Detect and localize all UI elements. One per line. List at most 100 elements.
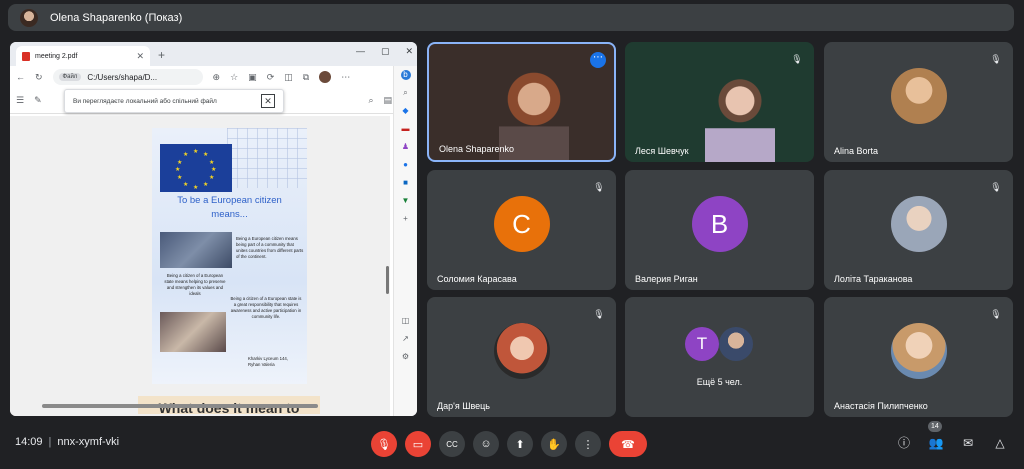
decorative-grid — [227, 128, 307, 188]
pdf-credit: Kharkiv Lyceum 144, Ryhan Valeria — [248, 356, 288, 368]
edge-sidebar: b ⌕ ◆ ▬ ♟ ● ■ ▼ + ◫ ↗ ⚙ — [393, 66, 417, 416]
outlook-icon[interactable]: ■ — [401, 178, 411, 188]
settings-icon[interactable]: ⚙ — [401, 352, 411, 362]
url-field[interactable]: Файл C:/Users/shapa/D... — [52, 69, 203, 85]
clock: 14:09 — [15, 436, 43, 448]
local-file-popup: Ви переглядаєте локальний або спільний ф… — [64, 89, 284, 113]
send-icon[interactable]: ▼ — [401, 196, 411, 206]
mic-off-icon: 🎙 — [791, 54, 803, 64]
captions-button[interactable]: CC — [439, 431, 465, 457]
more-options-button[interactable]: ⋮ — [575, 431, 601, 457]
participant-avatar: T — [685, 327, 719, 361]
search-icon[interactable]: ⌕ — [368, 95, 373, 106]
participant-avatar — [890, 323, 947, 379]
presenter-name: Olena Shaparenko (Показ) — [50, 11, 183, 24]
mic-off-icon: 🎙 — [593, 309, 605, 319]
pdf-scrollbar[interactable] — [386, 266, 389, 294]
window-controls: — ▢ ✕ — [356, 46, 413, 57]
tab-title: meeting 2.pdf — [35, 52, 78, 60]
eu-flag-image: ★ ★ ★ ★ ★ ★ ★ ★ ★ ★ ★ ★ — [160, 144, 232, 192]
more-vert-icon: ⋮ — [582, 438, 594, 451]
reload-icon[interactable]: ↻ — [35, 72, 43, 83]
participant-avatar: C — [493, 196, 550, 252]
info-icon[interactable]: ⓘ — [894, 433, 914, 453]
participant-name: Alina Borta — [834, 146, 879, 156]
participant-name: Анастасія Пилипченко — [834, 401, 928, 411]
participant-tile-2[interactable]: 🎙 Леся Шевчук — [625, 42, 814, 162]
participant-video — [705, 72, 775, 162]
back-icon[interactable]: ← — [16, 72, 25, 82]
pdf-toolbar: ☰ ✎ Ви переглядаєте локальний або спільн… — [10, 88, 417, 114]
refresh-icon[interactable]: ⟳ — [267, 72, 275, 83]
participant-tile-6[interactable]: 🎙 Лоліта Тараканова — [824, 170, 1013, 290]
activities-icon[interactable]: △ — [990, 433, 1010, 453]
raise-hand-button[interactable]: ✋ — [541, 431, 567, 457]
briefcase-icon[interactable]: ▬ — [401, 124, 411, 134]
close-window-icon[interactable]: ✕ — [405, 46, 413, 57]
participant-tile-7[interactable]: 🎙 Дар'я Швець — [427, 297, 616, 417]
pdf-title-line1: To be a European citizen — [177, 195, 282, 206]
participant-tile-more[interactable]: T Ещё 5 чел. — [625, 297, 814, 417]
add-icon[interactable]: + — [401, 214, 411, 224]
participant-avatar — [493, 323, 550, 379]
hang-up-icon: ☎ — [621, 438, 635, 451]
file-chip[interactable]: Файл — [58, 73, 82, 81]
office-icon[interactable]: ● — [401, 160, 411, 170]
participant-avatar — [719, 327, 753, 361]
tag-icon[interactable]: ◆ — [401, 106, 411, 116]
meeting-code: nnx-xymf-vki — [57, 436, 120, 448]
call-controls: 🎙 ▭ CC ☺ ⬆ ✋ ⋮ ☎ — [371, 431, 647, 457]
sidebar-layout-icon[interactable]: ◫ — [401, 316, 411, 326]
pdf-title-line2: means... — [211, 209, 248, 220]
meeting-info: 14:09 | nnx-xymf-vki — [15, 436, 119, 448]
minimize-icon[interactable]: — — [356, 46, 365, 57]
collections-icon[interactable]: ⧉ — [303, 72, 309, 83]
participant-tile-5[interactable]: B Валерия Риган — [625, 170, 814, 290]
favorite-icon[interactable]: ☆ — [230, 72, 238, 83]
extensions-icon[interactable]: ▣ — [248, 72, 257, 83]
search-sidebar-icon[interactable]: ⌕ — [401, 88, 411, 98]
camera-off-icon: ▭ — [412, 438, 424, 451]
people-icon[interactable]: 👥 14 — [926, 421, 946, 453]
new-tab-icon[interactable]: + — [158, 46, 165, 66]
menu-icon[interactable]: ⋯ — [341, 72, 350, 83]
present-button[interactable]: ⬆ — [507, 431, 533, 457]
participant-name: Olena Shaparenko — [439, 144, 515, 154]
popup-close-icon[interactable]: ✕ — [261, 94, 275, 108]
participant-name: Соломия Карасава — [437, 274, 517, 284]
participant-tile-3[interactable]: 🎙 Alina Borta — [824, 42, 1013, 162]
toc-icon[interactable]: ☰ — [16, 95, 24, 106]
reactions-button[interactable]: ☺ — [473, 431, 499, 457]
maximize-icon[interactable]: ▢ — [381, 46, 390, 57]
mic-off-icon: 🎙 — [990, 309, 1002, 319]
participant-name: Дар'я Швець — [437, 401, 490, 411]
participant-tile-1[interactable]: ⋯ Olena Shaparenko — [427, 42, 616, 162]
copilot-icon[interactable]: b — [400, 70, 411, 80]
zoom-icon[interactable]: ⊕ — [213, 72, 221, 83]
url-text: C:/Users/shapa/D... — [87, 72, 158, 82]
mic-toggle-button[interactable]: 🎙 — [371, 431, 397, 457]
external-icon[interactable]: ↗ — [401, 334, 411, 344]
browser-tab[interactable]: meeting 2.pdf ✕ — [16, 46, 150, 66]
group-photo — [160, 312, 226, 352]
pdf-text-2: Being a citizen of a European state mean… — [164, 273, 226, 296]
parliament-photo — [160, 232, 232, 268]
presenter-avatar — [20, 8, 38, 27]
people-icon[interactable]: ♟ — [401, 142, 411, 152]
draw-icon[interactable]: ✎ — [34, 95, 42, 106]
side-panel-controls: ⓘ 👥 14 ✉ △ — [894, 421, 1010, 453]
participant-avatar — [890, 196, 947, 252]
horizontal-scrollbar[interactable] — [42, 404, 318, 408]
participant-tile-9[interactable]: 🎙 Анастасія Пилипченко — [824, 297, 1013, 417]
mic-off-icon: 🎙 — [990, 182, 1002, 192]
split-screen-icon[interactable]: ◫ — [284, 72, 293, 83]
more-options-icon[interactable]: ⋯ — [590, 52, 606, 68]
leave-call-button[interactable]: ☎ — [609, 431, 647, 457]
save-icon[interactable]: ▤ — [383, 95, 392, 106]
pdf-viewer[interactable]: ★ ★ ★ ★ ★ ★ ★ ★ ★ ★ ★ ★ To be a European… — [10, 116, 390, 416]
camera-toggle-button[interactable]: ▭ — [405, 431, 431, 457]
chat-icon[interactable]: ✉ — [958, 433, 978, 453]
profile-avatar[interactable] — [319, 71, 332, 83]
close-tab-icon[interactable]: ✕ — [136, 51, 144, 62]
participant-tile-4[interactable]: C 🎙 Соломия Карасава — [427, 170, 616, 290]
